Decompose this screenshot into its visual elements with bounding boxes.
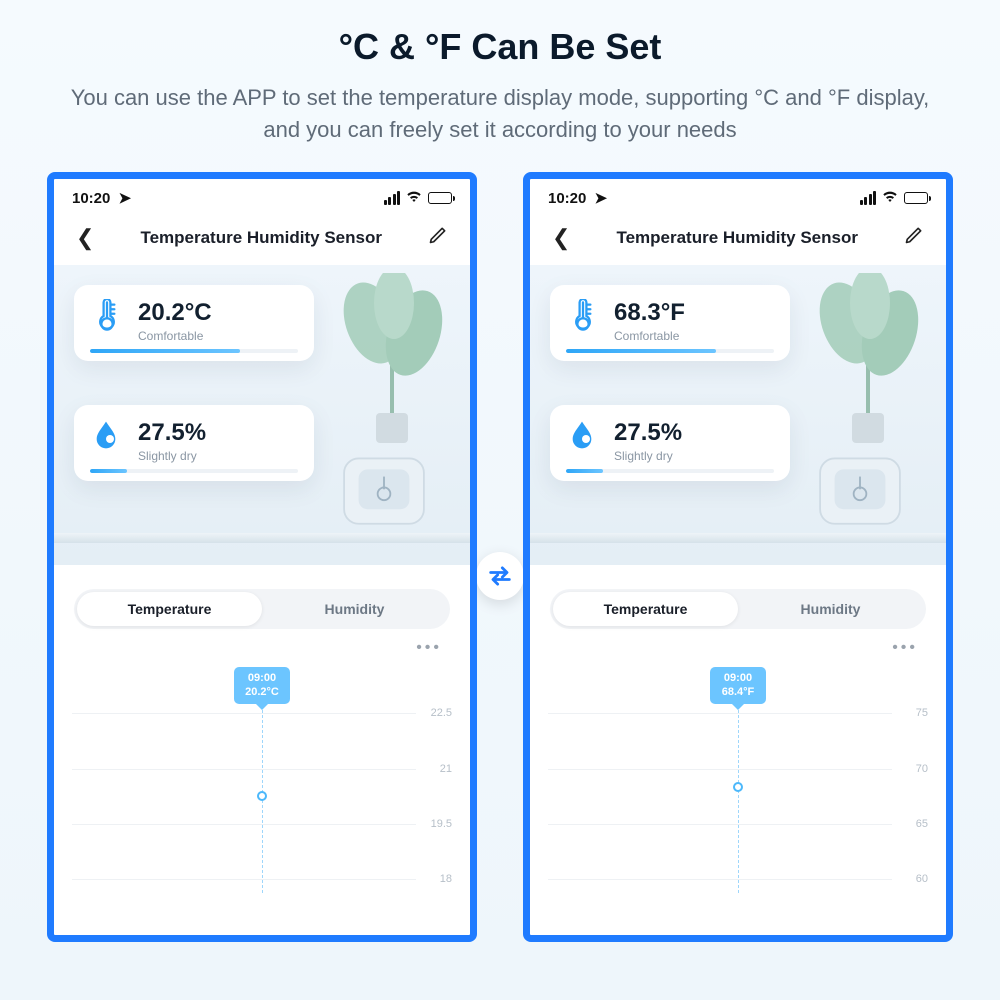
humidity-status: Slightly dry bbox=[138, 449, 206, 463]
temperature-status: Comfortable bbox=[138, 329, 212, 343]
phone-celsius: 10:20 ➤ ❮ Temperature Humidity Sensor bbox=[47, 172, 477, 942]
humidity-card[interactable]: 27.5% Slightly dry bbox=[550, 405, 790, 481]
temperature-card[interactable]: 68.3°F Comfortable bbox=[550, 285, 790, 361]
temperature-card[interactable]: 20.2°C Comfortable bbox=[74, 285, 314, 361]
tab-temperature[interactable]: Temperature bbox=[77, 592, 262, 626]
page-description: You can use the APP to set the temperatu… bbox=[0, 82, 1000, 146]
status-time: 10:20 bbox=[548, 190, 586, 207]
thermometer-icon bbox=[566, 299, 600, 333]
temperature-chart[interactable]: 75 70 65 60 09:00 68.4°F bbox=[548, 663, 928, 893]
humidity-status: Slightly dry bbox=[614, 449, 682, 463]
plant-illustration bbox=[332, 273, 452, 443]
more-button[interactable]: ••• bbox=[54, 629, 470, 657]
location-icon: ➤ bbox=[595, 190, 608, 207]
y-tick: 65 bbox=[916, 818, 928, 830]
phone-fahrenheit: 10:20 ➤ ❮ Temperature Humidity Sensor bbox=[523, 172, 953, 942]
wifi-icon bbox=[406, 189, 422, 206]
signal-icon bbox=[384, 191, 401, 205]
droplet-icon bbox=[90, 419, 124, 453]
page-title: °C & °F Can Be Set bbox=[0, 0, 1000, 68]
humidity-value: 27.5% bbox=[614, 419, 682, 447]
edit-button[interactable] bbox=[422, 221, 454, 254]
edit-button[interactable] bbox=[898, 221, 930, 254]
status-bar: 10:20 ➤ bbox=[54, 179, 470, 213]
back-button[interactable]: ❮ bbox=[546, 221, 576, 255]
y-tick: 19.5 bbox=[431, 818, 452, 830]
nav-bar: ❮ Temperature Humidity Sensor bbox=[54, 213, 470, 259]
more-button[interactable]: ••• bbox=[530, 629, 946, 657]
segmented-control: Temperature Humidity bbox=[74, 589, 450, 629]
thermometer-icon bbox=[90, 299, 124, 333]
battery-icon bbox=[904, 192, 928, 204]
humidity-bar bbox=[90, 469, 298, 473]
swap-icon bbox=[476, 552, 524, 600]
sensor-device-illustration bbox=[814, 453, 906, 531]
tab-humidity[interactable]: Humidity bbox=[738, 592, 923, 626]
humidity-bar bbox=[566, 469, 774, 473]
hero-area: 68.3°F Comfortable 27.5% Slightly dry bbox=[530, 265, 946, 565]
temperature-bar bbox=[90, 349, 298, 353]
chart-data-point bbox=[733, 782, 743, 792]
shelf-illustration bbox=[54, 533, 470, 543]
temperature-status: Comfortable bbox=[614, 329, 685, 343]
screen-title: Temperature Humidity Sensor bbox=[616, 228, 858, 248]
y-tick: 75 bbox=[916, 707, 928, 719]
tooltip-time: 09:00 bbox=[719, 672, 757, 686]
status-time: 10:20 bbox=[72, 190, 110, 207]
y-tick: 21 bbox=[440, 763, 452, 775]
y-tick: 60 bbox=[916, 873, 928, 885]
screen-title: Temperature Humidity Sensor bbox=[140, 228, 382, 248]
y-tick: 18 bbox=[440, 873, 452, 885]
back-button[interactable]: ❮ bbox=[70, 221, 100, 255]
wifi-icon bbox=[882, 189, 898, 206]
droplet-icon bbox=[566, 419, 600, 453]
chart-tooltip: 09:00 20.2°C bbox=[234, 667, 290, 705]
location-icon: ➤ bbox=[119, 190, 132, 207]
y-tick: 70 bbox=[916, 763, 928, 775]
temperature-chart[interactable]: 22.5 21 19.5 18 09:00 20.2°C bbox=[72, 663, 452, 893]
tab-humidity[interactable]: Humidity bbox=[262, 592, 447, 626]
temperature-value: 20.2°C bbox=[138, 299, 212, 327]
humidity-value: 27.5% bbox=[138, 419, 206, 447]
chart-data-point bbox=[257, 791, 267, 801]
y-tick: 22.5 bbox=[431, 707, 452, 719]
segmented-control: Temperature Humidity bbox=[550, 589, 926, 629]
tooltip-time: 09:00 bbox=[243, 672, 281, 686]
shelf-illustration bbox=[530, 533, 946, 543]
humidity-card[interactable]: 27.5% Slightly dry bbox=[74, 405, 314, 481]
sensor-device-illustration bbox=[338, 453, 430, 531]
temperature-value: 68.3°F bbox=[614, 299, 685, 327]
plant-illustration bbox=[808, 273, 928, 443]
status-bar: 10:20 ➤ bbox=[530, 179, 946, 213]
tooltip-value: 68.4°F bbox=[719, 686, 757, 700]
chart-tooltip: 09:00 68.4°F bbox=[710, 667, 766, 705]
temperature-bar bbox=[566, 349, 774, 353]
tooltip-value: 20.2°C bbox=[243, 686, 281, 700]
signal-icon bbox=[860, 191, 877, 205]
chart-indicator-line bbox=[738, 705, 739, 893]
tab-temperature[interactable]: Temperature bbox=[553, 592, 738, 626]
nav-bar: ❮ Temperature Humidity Sensor bbox=[530, 213, 946, 259]
hero-area: 20.2°C Comfortable 27.5% Slightly dry bbox=[54, 265, 470, 565]
battery-icon bbox=[428, 192, 452, 204]
